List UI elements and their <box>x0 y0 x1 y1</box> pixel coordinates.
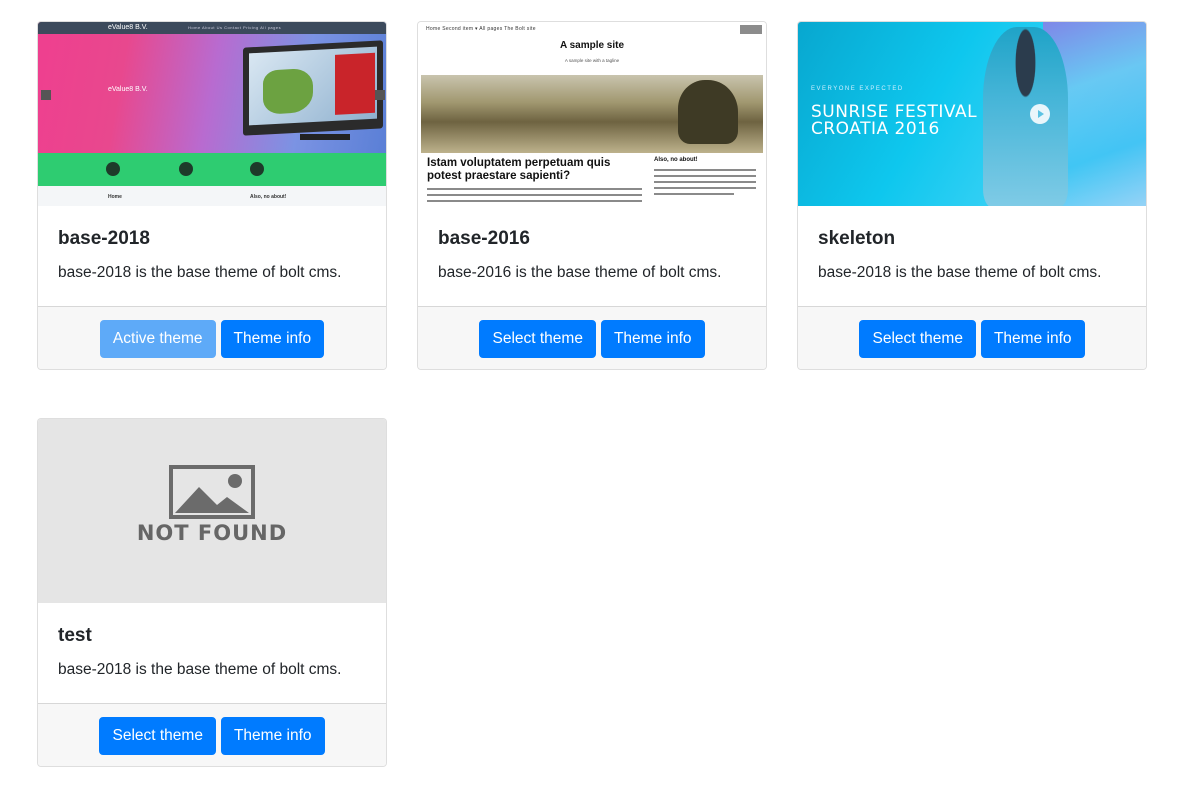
theme-preview-image: eValue8 B.V. Home About Us Contact Prici… <box>38 22 386 206</box>
not-found-label: NOT FOUND <box>136 521 288 545</box>
theme-name: skeleton <box>818 228 896 249</box>
theme-card-base-2018: eValue8 B.V. Home About Us Contact Prici… <box>37 21 387 370</box>
theme-preview-image: EVERYONE EXPECTED SUNRISE FESTIVAL CROAT… <box>798 22 1146 206</box>
theme-description: base-2018 is the base theme of bolt cms. <box>58 264 342 281</box>
theme-card-skeleton: EVERYONE EXPECTED SUNRISE FESTIVAL CROAT… <box>797 21 1147 370</box>
theme-info-button[interactable]: Theme info <box>980 319 1085 358</box>
card-footer: Select theme Theme info <box>38 703 386 766</box>
theme-description: base-2018 is the base theme of bolt cms. <box>58 661 342 678</box>
theme-preview-image: NOT FOUND <box>38 419 386 603</box>
select-theme-button[interactable]: Select theme <box>479 319 596 358</box>
theme-name: base-2018 <box>58 228 150 249</box>
theme-description: base-2018 is the base theme of bolt cms. <box>818 264 1102 281</box>
preview-kicker: EVERYONE EXPECTED <box>811 86 904 92</box>
theme-name: base-2016 <box>438 228 530 249</box>
preview-sidebar-heading: Also, no about! <box>654 157 698 163</box>
select-theme-button[interactable]: Select theme <box>859 319 976 358</box>
preview-site-title: A sample site <box>559 40 625 51</box>
play-icon <box>1030 104 1050 124</box>
theme-description: base-2016 is the base theme of bolt cms. <box>438 264 722 281</box>
active-theme-button: Active theme <box>99 319 216 358</box>
preview-tagline: A sample site with a tagline <box>564 58 620 63</box>
preview-title-line2: CROATIA 2016 <box>811 119 940 139</box>
theme-preview-image: Home Second item ▾ All pages The Bolt si… <box>418 22 766 206</box>
preview-nav: Home About Us Contact Pricing All pages <box>188 25 282 30</box>
theme-name: test <box>58 625 92 646</box>
preview-section-about: Also, no about! <box>250 194 287 200</box>
image-placeholder-icon <box>169 465 255 519</box>
theme-info-button[interactable]: Theme info <box>220 319 325 358</box>
select-theme-button[interactable]: Select theme <box>99 716 216 755</box>
card-footer: Select theme Theme info <box>798 306 1146 369</box>
theme-info-button[interactable]: Theme info <box>220 716 325 755</box>
theme-card-test: NOT FOUND test base-2018 is the base the… <box>37 418 387 767</box>
preview-brand: eValue8 B.V. <box>108 24 148 31</box>
preview-nav: Home Second item ▾ All pages The Bolt si… <box>426 26 536 32</box>
preview-hero: eValue8 B.V. <box>108 86 148 93</box>
preview-section-home: Home <box>108 194 122 200</box>
theme-info-button[interactable]: Theme info <box>600 319 705 358</box>
card-footer: Active theme Theme info <box>38 306 386 369</box>
preview-heading: Istam voluptatem perpetuam quis potest p… <box>427 157 611 182</box>
card-footer: Select theme Theme info <box>418 306 766 369</box>
theme-card-base-2016: Home Second item ▾ All pages The Bolt si… <box>417 21 767 370</box>
